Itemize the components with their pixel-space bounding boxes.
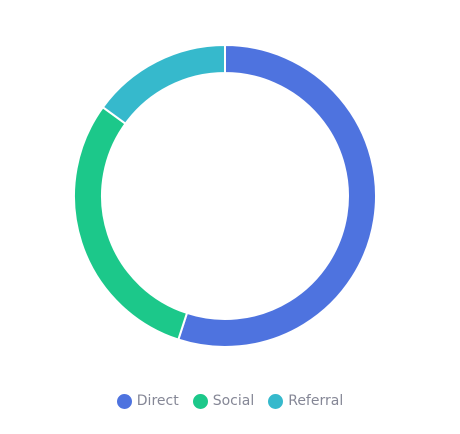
legend-label-direct: Direct: [136, 393, 179, 409]
legend-swatch-direct: [116, 393, 132, 409]
donut-slice-direct[interactable]: [177, 43, 377, 348]
donut-chart: [73, 43, 377, 348]
legend-label-social: Social: [212, 393, 255, 409]
legend-item-direct[interactable]: Direct: [116, 392, 179, 410]
legend-item-referral[interactable]: Referral: [268, 392, 343, 410]
donut-chart-card: Direct Social Referral: [0, 0, 460, 434]
legend-item-social[interactable]: Social: [192, 392, 255, 410]
donut-slice-referral[interactable]: [101, 43, 226, 126]
legend-label-referral: Referral: [288, 393, 344, 409]
donut-slice-social[interactable]: [73, 105, 189, 341]
chart-legend: Direct Social Referral: [0, 390, 460, 412]
legend-swatch-social: [192, 393, 208, 409]
legend-swatch-referral: [268, 393, 284, 409]
